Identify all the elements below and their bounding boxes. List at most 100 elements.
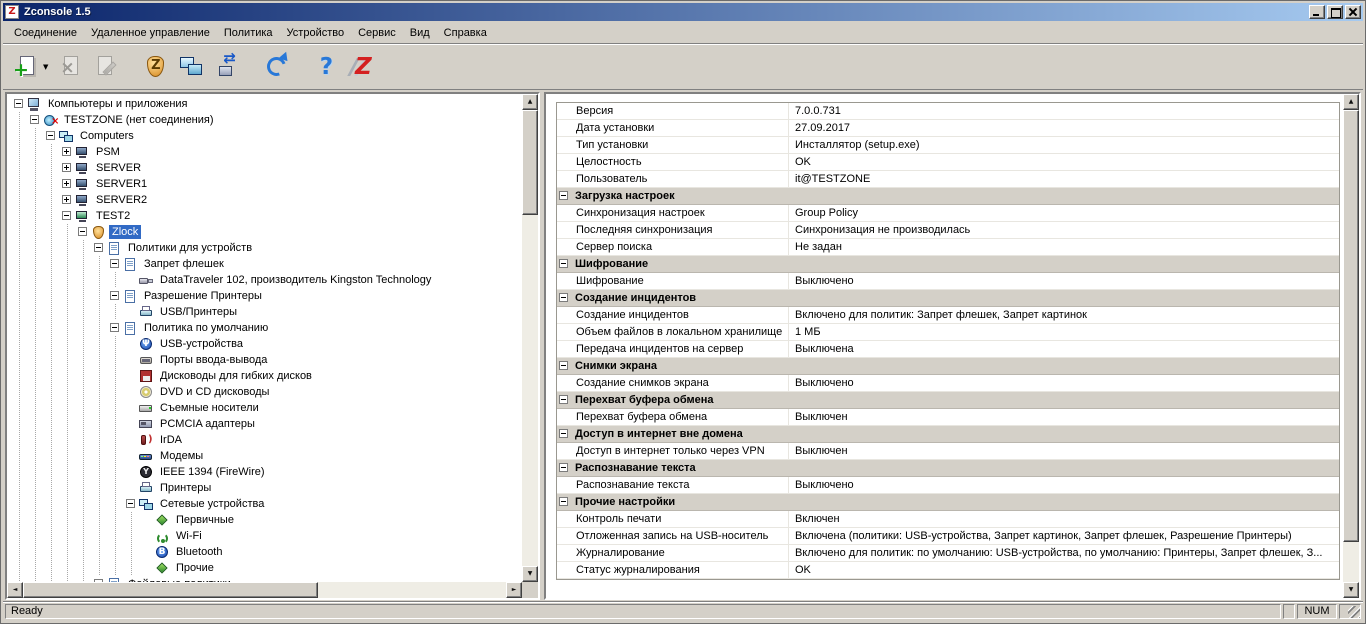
tree-node[interactable]: Политики для устройств bbox=[8, 240, 522, 256]
tree-node[interactable]: Сетевые устройства bbox=[8, 496, 522, 512]
property-section-row[interactable]: Доступ в интернет вне домена bbox=[557, 426, 1339, 443]
property-row[interactable]: Создание снимков экранаВыключено bbox=[557, 375, 1339, 392]
property-row[interactable]: Последняя синхронизацияСинхронизация не … bbox=[557, 222, 1339, 239]
tree-node[interactable]: DVD и CD дисководы bbox=[8, 384, 522, 400]
tree-node[interactable]: Запрет флешек bbox=[8, 256, 522, 272]
collapse-minus-icon[interactable] bbox=[559, 497, 568, 506]
scrollbar-thumb[interactable] bbox=[1343, 110, 1359, 542]
tree-node[interactable]: Политика по умолчанию bbox=[8, 320, 522, 336]
tree-node[interactable]: SERVER1 bbox=[8, 176, 522, 192]
tree-node[interactable]: USB-устройства bbox=[8, 336, 522, 352]
property-row[interactable]: Распознавание текстаВыключено bbox=[557, 477, 1339, 494]
tree-node[interactable]: Принтеры bbox=[8, 480, 522, 496]
expander-minus-icon[interactable] bbox=[46, 131, 55, 140]
add-button[interactable]: ▼ bbox=[10, 50, 52, 84]
tree-expander[interactable] bbox=[107, 256, 123, 272]
tree-node[interactable]: PCMCIA адаптеры bbox=[8, 416, 522, 432]
property-section-row[interactable]: Прочие настройки bbox=[557, 494, 1339, 511]
tree-node[interactable]: IrDA bbox=[8, 432, 522, 448]
expander-minus-icon[interactable] bbox=[62, 211, 71, 220]
properties-vertical-scrollbar[interactable]: ▲ ▼ bbox=[1343, 94, 1359, 598]
property-row[interactable]: ШифрованиеВыключено bbox=[557, 273, 1339, 290]
scroll-down-icon[interactable]: ▼ bbox=[522, 566, 538, 582]
tree-node[interactable]: Модемы bbox=[8, 448, 522, 464]
tree-expander[interactable] bbox=[59, 192, 75, 208]
collapse-minus-icon[interactable] bbox=[559, 361, 568, 370]
tree-vertical-scrollbar[interactable]: ▲ ▼ bbox=[522, 94, 538, 582]
tree-node[interactable]: Прочие bbox=[8, 560, 522, 576]
property-row[interactable]: Дата установки27.09.2017 bbox=[557, 120, 1339, 137]
tree-expander[interactable] bbox=[107, 320, 123, 336]
menu-item[interactable]: Политика bbox=[217, 24, 280, 42]
help-button[interactable] bbox=[309, 50, 343, 84]
collapse-minus-icon[interactable] bbox=[559, 395, 568, 404]
menu-item[interactable]: Вид bbox=[403, 24, 437, 42]
expander-minus-icon[interactable] bbox=[126, 499, 135, 508]
property-row[interactable]: Отложенная запись на USB-носительВключен… bbox=[557, 528, 1339, 545]
property-section-row[interactable]: Создание инцидентов bbox=[557, 290, 1339, 307]
tree-node[interactable]: USB/Принтеры bbox=[8, 304, 522, 320]
tree-node[interactable]: IEEE 1394 (FireWire) bbox=[8, 464, 522, 480]
scroll-down-icon[interactable]: ▼ bbox=[1343, 582, 1359, 598]
collapse-minus-icon[interactable] bbox=[559, 259, 568, 268]
tree-expander[interactable] bbox=[59, 176, 75, 192]
refresh-button[interactable] bbox=[260, 50, 294, 84]
tree-expander[interactable] bbox=[59, 160, 75, 176]
tree-node[interactable]: Компьютеры и приложения bbox=[8, 96, 522, 112]
tree-node[interactable]: Разрешение Принтеры bbox=[8, 288, 522, 304]
property-row[interactable]: Объем файлов в локальном хранилище1 МБ bbox=[557, 324, 1339, 341]
property-row[interactable]: Версия7.0.0.731 bbox=[557, 103, 1339, 120]
property-row[interactable]: Доступ в интернет только через VPNВыключ… bbox=[557, 443, 1339, 460]
tree-expander[interactable] bbox=[75, 224, 91, 240]
tree-expander[interactable] bbox=[43, 128, 59, 144]
tree-expander[interactable] bbox=[59, 208, 75, 224]
tree-horizontal-scrollbar[interactable]: ◄ ► bbox=[7, 582, 522, 598]
menu-item[interactable]: Справка bbox=[437, 24, 494, 42]
expander-plus-icon[interactable] bbox=[62, 147, 71, 156]
tree-node[interactable]: Дисководы для гибких дисков bbox=[8, 368, 522, 384]
property-section-row[interactable]: Загрузка настроек bbox=[557, 188, 1339, 205]
property-section-row[interactable]: Шифрование bbox=[557, 256, 1339, 273]
property-row[interactable]: Создание инцидентовВключено для политик:… bbox=[557, 307, 1339, 324]
property-row[interactable]: ЦелостностьOK bbox=[557, 154, 1339, 171]
scroll-left-icon[interactable]: ◄ bbox=[7, 582, 23, 598]
property-row[interactable]: Синхронизация настроекGroup Policy bbox=[557, 205, 1339, 222]
menu-item[interactable]: Соединение bbox=[7, 24, 84, 42]
resize-grip-icon[interactable] bbox=[1348, 606, 1360, 618]
maximize-button[interactable] bbox=[1327, 5, 1343, 19]
property-row[interactable]: Пользовательit@TESTZONE bbox=[557, 171, 1339, 188]
property-section-row[interactable]: Перехват буфера обмена bbox=[557, 392, 1339, 409]
expander-minus-icon[interactable] bbox=[94, 243, 103, 252]
tree-node[interactable]: SERVER2 bbox=[8, 192, 522, 208]
collapse-minus-icon[interactable] bbox=[559, 191, 568, 200]
property-row[interactable]: Контроль печатиВключен bbox=[557, 511, 1339, 528]
close-button[interactable] bbox=[1345, 5, 1361, 19]
expander-plus-icon[interactable] bbox=[62, 163, 71, 172]
collapse-minus-icon[interactable] bbox=[559, 293, 568, 302]
tree-node[interactable]: DataTraveler 102, производитель Kingston… bbox=[8, 272, 522, 288]
property-section-row[interactable]: Распознавание текста bbox=[557, 460, 1339, 477]
collapse-minus-icon[interactable] bbox=[559, 429, 568, 438]
tree-node[interactable]: Порты ввода-вывода bbox=[8, 352, 522, 368]
expander-plus-icon[interactable] bbox=[62, 195, 71, 204]
property-row[interactable]: Статус журналированияOK bbox=[557, 562, 1339, 579]
expander-minus-icon[interactable] bbox=[78, 227, 87, 236]
expander-minus-icon[interactable] bbox=[110, 323, 119, 332]
minimize-button[interactable] bbox=[1309, 5, 1325, 19]
tree-expander[interactable] bbox=[27, 112, 43, 128]
tree-node[interactable]: SERVER bbox=[8, 160, 522, 176]
expander-minus-icon[interactable] bbox=[30, 115, 39, 124]
menu-item[interactable]: Удаленное управление bbox=[84, 24, 217, 42]
tree-node[interactable]: TEST2 bbox=[8, 208, 522, 224]
tree-node[interactable]: TESTZONE (нет соединения) bbox=[8, 112, 522, 128]
tree-expander[interactable] bbox=[107, 288, 123, 304]
tree-expander[interactable] bbox=[123, 496, 139, 512]
tree-expander[interactable] bbox=[91, 240, 107, 256]
expander-minus-icon[interactable] bbox=[110, 291, 119, 300]
apply-button[interactable] bbox=[211, 50, 245, 84]
dropdown-arrow-icon[interactable]: ▼ bbox=[43, 54, 48, 80]
tree-expander[interactable] bbox=[11, 96, 27, 112]
property-row[interactable]: Передача инцидентов на серверВыключена bbox=[557, 341, 1339, 358]
tree-node[interactable]: Первичные bbox=[8, 512, 522, 528]
scrollbar-thumb[interactable] bbox=[522, 110, 538, 215]
